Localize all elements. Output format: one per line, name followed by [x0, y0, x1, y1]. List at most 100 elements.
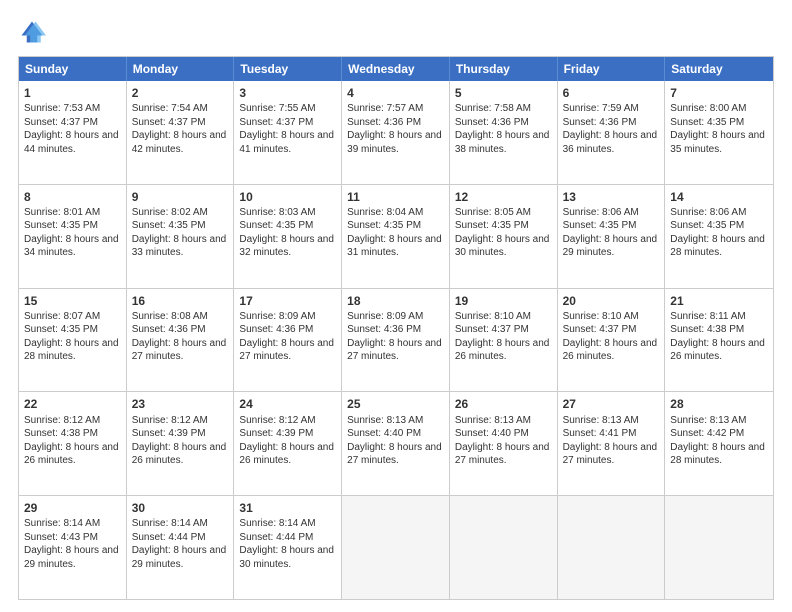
sunrise-time: Sunrise: 8:06 AM — [670, 207, 746, 218]
daylight-hours: Daylight: 8 hours and 41 minutes. — [239, 130, 334, 155]
daylight-hours: Daylight: 8 hours and 31 minutes. — [347, 234, 442, 259]
daylight-hours: Daylight: 8 hours and 26 minutes. — [239, 442, 334, 467]
sunset-time: Sunset: 4:36 PM — [455, 117, 529, 128]
calendar-header: SundayMondayTuesdayWednesdayThursdayFrid… — [19, 57, 773, 81]
week-row-4: 22Sunrise: 8:12 AMSunset: 4:38 PMDayligh… — [19, 391, 773, 495]
day-number: 21 — [670, 293, 768, 309]
empty-cell — [342, 496, 450, 599]
logo — [18, 18, 50, 46]
day-number: 30 — [132, 500, 229, 516]
sunset-time: Sunset: 4:35 PM — [347, 220, 421, 231]
header — [18, 18, 774, 46]
sunrise-time: Sunrise: 8:14 AM — [239, 518, 315, 529]
day-cell-19: 19Sunrise: 8:10 AMSunset: 4:37 PMDayligh… — [450, 289, 558, 392]
sunset-time: Sunset: 4:42 PM — [670, 428, 744, 439]
sunrise-time: Sunrise: 8:05 AM — [455, 207, 531, 218]
sunrise-time: Sunrise: 8:12 AM — [239, 415, 315, 426]
sunset-time: Sunset: 4:37 PM — [455, 324, 529, 335]
day-cell-29: 29Sunrise: 8:14 AMSunset: 4:43 PMDayligh… — [19, 496, 127, 599]
day-number: 10 — [239, 189, 336, 205]
daylight-hours: Daylight: 8 hours and 26 minutes. — [563, 338, 658, 363]
sunrise-time: Sunrise: 8:06 AM — [563, 207, 639, 218]
day-cell-18: 18Sunrise: 8:09 AMSunset: 4:36 PMDayligh… — [342, 289, 450, 392]
day-cell-25: 25Sunrise: 8:13 AMSunset: 4:40 PMDayligh… — [342, 392, 450, 495]
day-cell-28: 28Sunrise: 8:13 AMSunset: 4:42 PMDayligh… — [665, 392, 773, 495]
sunrise-time: Sunrise: 7:58 AM — [455, 103, 531, 114]
day-cell-17: 17Sunrise: 8:09 AMSunset: 4:36 PMDayligh… — [234, 289, 342, 392]
daylight-hours: Daylight: 8 hours and 27 minutes. — [347, 338, 442, 363]
day-cell-9: 9Sunrise: 8:02 AMSunset: 4:35 PMDaylight… — [127, 185, 235, 288]
day-number: 29 — [24, 500, 121, 516]
day-number: 19 — [455, 293, 552, 309]
sunrise-time: Sunrise: 8:12 AM — [24, 415, 100, 426]
day-cell-22: 22Sunrise: 8:12 AMSunset: 4:38 PMDayligh… — [19, 392, 127, 495]
sunset-time: Sunset: 4:38 PM — [670, 324, 744, 335]
day-number: 8 — [24, 189, 121, 205]
sunrise-time: Sunrise: 7:59 AM — [563, 103, 639, 114]
daylight-hours: Daylight: 8 hours and 26 minutes. — [455, 338, 550, 363]
daylight-hours: Daylight: 8 hours and 26 minutes. — [24, 442, 119, 467]
sunset-time: Sunset: 4:36 PM — [347, 324, 421, 335]
day-cell-31: 31Sunrise: 8:14 AMSunset: 4:44 PMDayligh… — [234, 496, 342, 599]
day-number: 14 — [670, 189, 768, 205]
day-number: 25 — [347, 396, 444, 412]
daylight-hours: Daylight: 8 hours and 44 minutes. — [24, 130, 119, 155]
sunset-time: Sunset: 4:44 PM — [239, 532, 313, 543]
sunrise-time: Sunrise: 8:14 AM — [24, 518, 100, 529]
day-number: 6 — [563, 85, 660, 101]
sunset-time: Sunset: 4:35 PM — [24, 220, 98, 231]
daylight-hours: Daylight: 8 hours and 30 minutes. — [455, 234, 550, 259]
day-cell-30: 30Sunrise: 8:14 AMSunset: 4:44 PMDayligh… — [127, 496, 235, 599]
sunset-time: Sunset: 4:39 PM — [132, 428, 206, 439]
day-number: 2 — [132, 85, 229, 101]
day-number: 27 — [563, 396, 660, 412]
daylight-hours: Daylight: 8 hours and 27 minutes. — [455, 442, 550, 467]
daylight-hours: Daylight: 8 hours and 32 minutes. — [239, 234, 334, 259]
logo-icon — [18, 18, 46, 46]
day-number: 9 — [132, 189, 229, 205]
sunset-time: Sunset: 4:36 PM — [347, 117, 421, 128]
sunrise-time: Sunrise: 8:11 AM — [670, 311, 745, 322]
sunrise-time: Sunrise: 7:54 AM — [132, 103, 208, 114]
week-row-2: 8Sunrise: 8:01 AMSunset: 4:35 PMDaylight… — [19, 184, 773, 288]
header-day-sunday: Sunday — [19, 57, 127, 81]
daylight-hours: Daylight: 8 hours and 42 minutes. — [132, 130, 227, 155]
sunrise-time: Sunrise: 8:13 AM — [347, 415, 423, 426]
daylight-hours: Daylight: 8 hours and 26 minutes. — [132, 442, 227, 467]
day-number: 16 — [132, 293, 229, 309]
daylight-hours: Daylight: 8 hours and 39 minutes. — [347, 130, 442, 155]
header-day-friday: Friday — [558, 57, 666, 81]
sunrise-time: Sunrise: 8:09 AM — [347, 311, 423, 322]
day-cell-13: 13Sunrise: 8:06 AMSunset: 4:35 PMDayligh… — [558, 185, 666, 288]
daylight-hours: Daylight: 8 hours and 29 minutes. — [132, 545, 227, 570]
sunrise-time: Sunrise: 8:10 AM — [563, 311, 639, 322]
day-cell-12: 12Sunrise: 8:05 AMSunset: 4:35 PMDayligh… — [450, 185, 558, 288]
sunrise-time: Sunrise: 7:53 AM — [24, 103, 100, 114]
daylight-hours: Daylight: 8 hours and 28 minutes. — [24, 338, 119, 363]
day-number: 20 — [563, 293, 660, 309]
sunrise-time: Sunrise: 8:13 AM — [455, 415, 531, 426]
sunset-time: Sunset: 4:37 PM — [132, 117, 206, 128]
sunset-time: Sunset: 4:35 PM — [670, 220, 744, 231]
sunset-time: Sunset: 4:35 PM — [563, 220, 637, 231]
week-row-5: 29Sunrise: 8:14 AMSunset: 4:43 PMDayligh… — [19, 495, 773, 599]
day-cell-1: 1Sunrise: 7:53 AMSunset: 4:37 PMDaylight… — [19, 81, 127, 184]
header-day-thursday: Thursday — [450, 57, 558, 81]
daylight-hours: Daylight: 8 hours and 30 minutes. — [239, 545, 334, 570]
day-cell-3: 3Sunrise: 7:55 AMSunset: 4:37 PMDaylight… — [234, 81, 342, 184]
day-cell-27: 27Sunrise: 8:13 AMSunset: 4:41 PMDayligh… — [558, 392, 666, 495]
day-cell-11: 11Sunrise: 8:04 AMSunset: 4:35 PMDayligh… — [342, 185, 450, 288]
day-cell-8: 8Sunrise: 8:01 AMSunset: 4:35 PMDaylight… — [19, 185, 127, 288]
daylight-hours: Daylight: 8 hours and 27 minutes. — [347, 442, 442, 467]
sunset-time: Sunset: 4:39 PM — [239, 428, 313, 439]
day-cell-15: 15Sunrise: 8:07 AMSunset: 4:35 PMDayligh… — [19, 289, 127, 392]
daylight-hours: Daylight: 8 hours and 28 minutes. — [670, 234, 765, 259]
sunrise-time: Sunrise: 7:55 AM — [239, 103, 315, 114]
week-row-1: 1Sunrise: 7:53 AMSunset: 4:37 PMDaylight… — [19, 81, 773, 184]
page: SundayMondayTuesdayWednesdayThursdayFrid… — [0, 0, 792, 612]
daylight-hours: Daylight: 8 hours and 36 minutes. — [563, 130, 658, 155]
day-cell-10: 10Sunrise: 8:03 AMSunset: 4:35 PMDayligh… — [234, 185, 342, 288]
sunrise-time: Sunrise: 8:03 AM — [239, 207, 315, 218]
sunrise-time: Sunrise: 8:13 AM — [670, 415, 746, 426]
sunset-time: Sunset: 4:40 PM — [455, 428, 529, 439]
